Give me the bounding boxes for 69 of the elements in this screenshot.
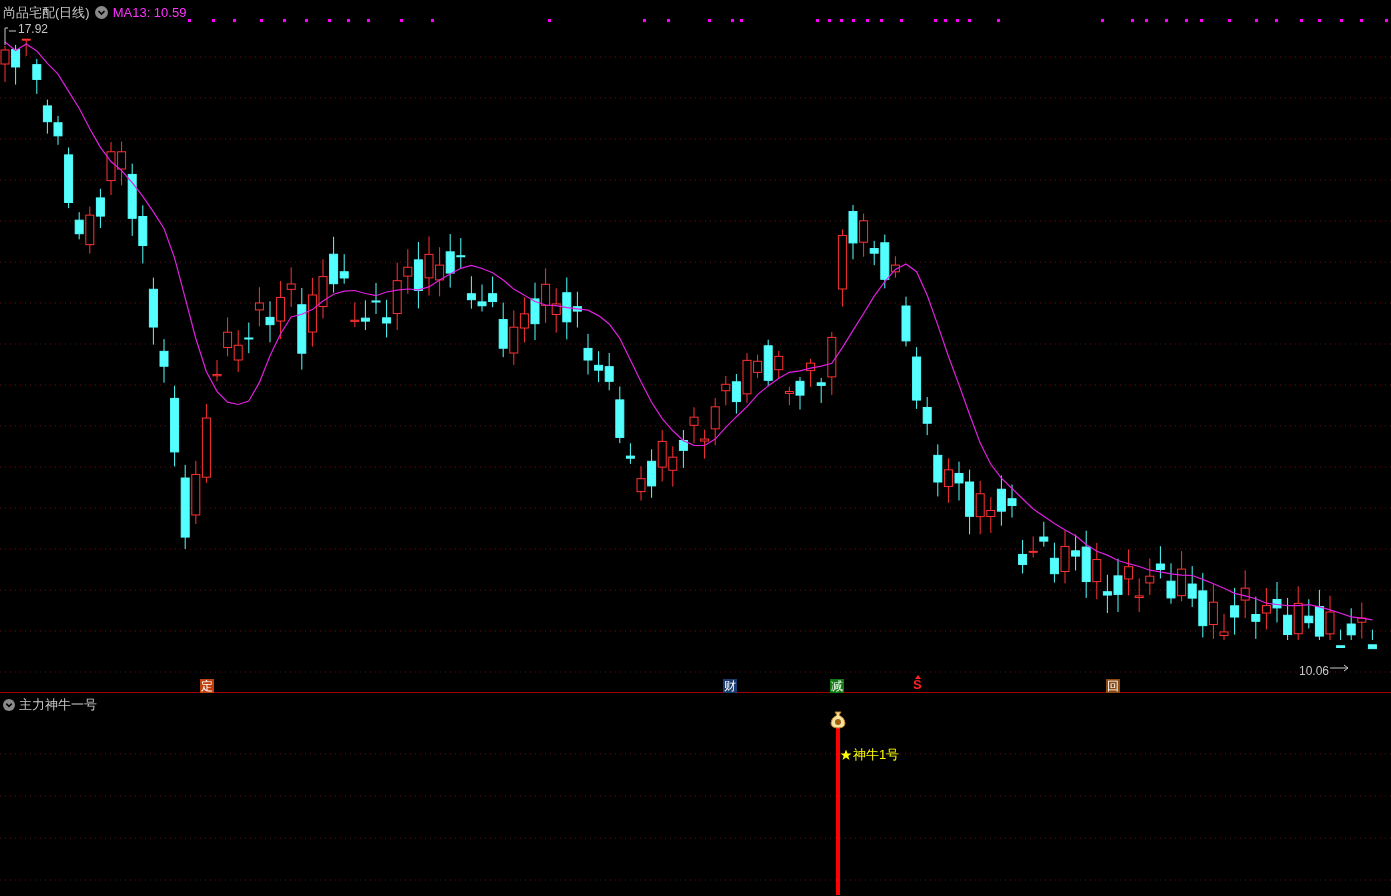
marker-letter: S <box>913 678 922 692</box>
money-bag-icon <box>830 711 846 729</box>
candlestick <box>1166 562 1176 605</box>
candlestick <box>212 359 222 382</box>
indicator-title: 主力神牛一号 <box>19 696 97 714</box>
candlestick <box>530 282 540 341</box>
candlestick <box>1251 596 1261 640</box>
chart-title: 尚品宅配(日线) <box>3 4 90 22</box>
candlestick <box>1272 581 1282 623</box>
ma-value: MA13: 10.59 <box>112 4 187 22</box>
chevron-down-icon[interactable] <box>94 6 108 20</box>
candlestick <box>806 358 816 388</box>
candlestick <box>657 429 667 482</box>
candlestick <box>307 277 317 348</box>
candlestick <box>244 322 254 354</box>
candlestick <box>1177 550 1187 602</box>
star-icon <box>840 748 852 761</box>
candlestick <box>647 448 657 499</box>
low-price-label: 10.06 <box>1299 663 1330 680</box>
candlestick <box>477 284 487 312</box>
chevron-down-icon[interactable] <box>3 698 15 711</box>
candlestick <box>424 235 434 296</box>
candlestick <box>583 333 593 376</box>
candlestick <box>360 299 370 331</box>
candlestick <box>276 280 286 340</box>
candlestick <box>1145 558 1155 596</box>
candlestick <box>731 373 741 415</box>
candlestick <box>1261 587 1271 630</box>
candlestick <box>265 300 275 343</box>
signal-label: 神牛1号 <box>853 746 900 764</box>
high-pointer-icon <box>4 27 17 46</box>
candlestick <box>233 329 243 373</box>
marker-badge: 回 <box>1106 679 1120 693</box>
candlestick <box>466 275 476 310</box>
candlestick <box>541 267 551 324</box>
candlestick <box>943 457 953 504</box>
candlestick <box>318 258 328 319</box>
candlestick <box>350 302 360 328</box>
candlestick <box>668 445 678 488</box>
candlestick <box>435 246 445 297</box>
candlestick <box>1240 569 1250 619</box>
candlestick <box>1134 577 1144 613</box>
marker-badge: 定 <box>200 679 214 693</box>
candlestick <box>689 406 699 444</box>
candlestick <box>933 443 943 497</box>
candlestick <box>551 287 561 333</box>
candlestick <box>678 429 688 469</box>
candlestick <box>254 286 264 327</box>
candlestick <box>509 309 519 366</box>
candlestick <box>901 296 911 347</box>
candlestick <box>95 188 105 229</box>
candlestick <box>106 141 116 196</box>
candlestick <box>1283 597 1293 641</box>
candlestick <box>191 460 201 525</box>
candlestick <box>519 296 529 343</box>
candlestick <box>42 99 52 135</box>
candlestick <box>594 350 604 383</box>
candlestick <box>223 316 233 357</box>
caret-icon <box>915 675 921 679</box>
candlestick <box>1155 545 1165 579</box>
candlestick <box>1124 548 1134 596</box>
marker-badge: 财 <box>723 679 737 693</box>
candlestick <box>848 204 858 260</box>
arrow-icon <box>1329 664 1349 672</box>
candlestick <box>1113 558 1123 613</box>
marker-badge: 减 <box>830 679 844 693</box>
high-price-label: 17.92 <box>18 21 49 38</box>
candlestick <box>138 204 148 264</box>
candlestick <box>371 282 381 315</box>
